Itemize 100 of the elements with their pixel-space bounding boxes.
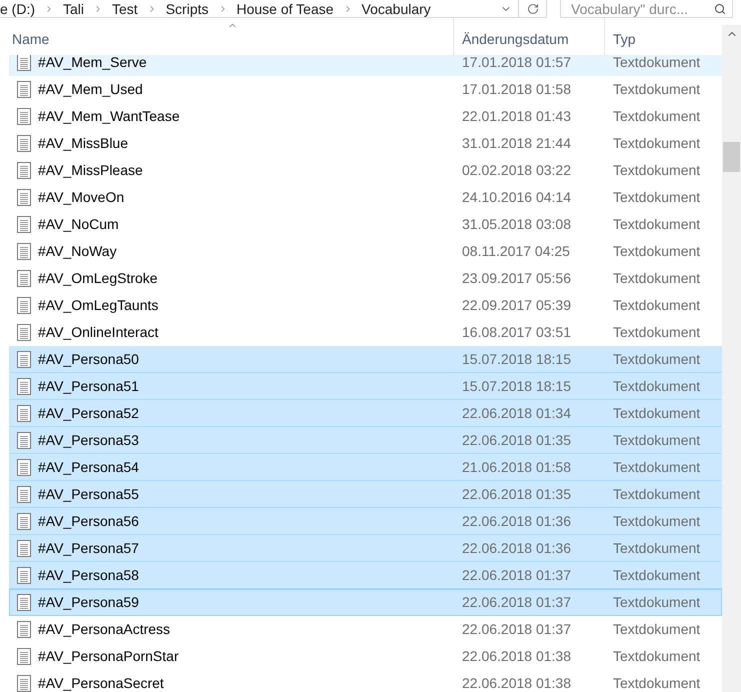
text-file-icon: [17, 135, 31, 152]
file-type: Textdokument: [612, 621, 700, 638]
file-type: Textdokument: [612, 432, 700, 449]
file-type: Textdokument: [612, 216, 700, 233]
file-name: #AV_Persona54: [38, 459, 139, 476]
text-file-icon: [17, 55, 31, 71]
file-name: #AV_NoWay: [38, 243, 117, 260]
file-row[interactable]: #AV_Persona54 21.06.2018 01:58 Textdokument: [9, 454, 722, 481]
file-row[interactable]: #AV_MissBlue 31.01.2018 21:44 Textdokument: [9, 130, 722, 157]
breadcrumb-item[interactable]: House of Tease: [232, 0, 339, 16]
file-row[interactable]: #AV_Persona59 22.06.2018 01:37 Textdokument: [9, 589, 722, 616]
file-row[interactable]: #AV_Mem_WantTease 22.01.2018 01:43 Textdokument: [9, 103, 722, 130]
file-name: #AV_Persona58: [38, 567, 139, 584]
modified-date: 16.08.2017 03:51: [461, 324, 571, 341]
file-type: Textdokument: [612, 540, 700, 557]
text-file-icon: [17, 594, 31, 611]
modified-date: 21.06.2018 01:58: [461, 459, 571, 476]
modified-date: 22.06.2018 01:35: [461, 486, 571, 503]
file-row[interactable]: #AV_PersonaSecret 22.06.2018 01:38 Textdokument: [9, 670, 722, 692]
file-type: Textdokument: [612, 270, 700, 287]
file-type: Textdokument: [612, 162, 700, 179]
text-file-icon: [17, 297, 31, 314]
file-row[interactable]: #AV_Persona52 22.06.2018 01:34 Textdokument: [9, 400, 722, 427]
file-name: #AV_MoveOn: [38, 189, 124, 206]
file-type: Textdokument: [612, 378, 700, 395]
file-row[interactable]: #AV_Persona58 22.06.2018 01:37 Textdokument: [9, 562, 722, 589]
file-row[interactable]: #AV_Mem_Serve 17.01.2018 01:57 Textdokument: [9, 55, 722, 76]
scrollbar[interactable]: [722, 25, 741, 692]
file-row[interactable]: #AV_OmLegStroke 23.09.2017 05:56 Textdokument: [9, 265, 722, 292]
file-row[interactable]: #AV_Persona56 22.06.2018 01:36 Textdokument: [9, 508, 722, 535]
address-bar[interactable]: e (D:) Tali Test Scripts House of Tease Vocabulary: [0, 0, 519, 18]
file-type: Textdokument: [612, 324, 700, 341]
column-header[interactable]: Typ: [605, 18, 722, 55]
text-file-icon: [17, 81, 31, 98]
search-icon: [714, 2, 726, 14]
modified-date: 15.07.2018 18:15: [461, 378, 571, 395]
file-row[interactable]: #AV_Persona53 22.06.2018 01:35 Textdokument: [9, 427, 722, 454]
breadcrumb-item[interactable]: Vocabulary: [356, 0, 436, 16]
file-type: Textdokument: [612, 567, 700, 584]
file-type: Textdokument: [612, 594, 700, 611]
file-row[interactable]: #AV_Persona57 22.06.2018 01:36 Textdokument: [9, 535, 722, 562]
modified-date: 02.02.2018 03:22: [461, 162, 571, 179]
file-type: Textdokument: [612, 108, 700, 125]
modified-date: 22.06.2018 01:37: [461, 621, 571, 638]
file-type: Textdokument: [612, 297, 700, 314]
file-name: #AV_NoCum: [38, 216, 119, 233]
file-row[interactable]: #AV_PersonaPornStar 22.06.2018 01:38 Textdokument: [9, 643, 722, 670]
text-file-icon: [17, 513, 31, 530]
file-row[interactable]: #AV_OmLegTaunts 22.09.2017 05:39 Textdokument: [9, 292, 722, 319]
file-name: #AV_Mem_Serve: [38, 55, 147, 71]
file-name: #AV_PersonaActress: [38, 621, 170, 638]
modified-date: 22.06.2018 01:37: [461, 567, 571, 584]
file-row[interactable]: #AV_PersonaActress 22.06.2018 01:37 Textdokument: [9, 616, 722, 643]
file-row[interactable]: #AV_NoWay 08.11.2017 04:25 Textdokument: [9, 238, 722, 265]
file-row[interactable]: #AV_MoveOn 24.10.2016 04:14 Textdokument: [9, 184, 722, 211]
file-type: Textdokument: [612, 486, 700, 503]
modified-date: 22.06.2018 01:34: [461, 405, 571, 422]
refresh-icon: [526, 2, 538, 14]
text-file-icon: [17, 432, 31, 449]
text-file-icon: [17, 378, 31, 395]
modified-date: 22.01.2018 01:43: [461, 108, 571, 125]
breadcrumb-item[interactable]: Tali: [58, 0, 90, 16]
breadcrumb-item[interactable]: Test: [107, 0, 143, 16]
breadcrumb-item[interactable]: e (D:): [0, 0, 40, 16]
modified-date: 22.06.2018 01:38: [461, 675, 571, 692]
scrollbar-thumb[interactable]: [723, 142, 740, 172]
file-name: #AV_Persona56: [38, 513, 139, 530]
file-name: #AV_PersonaPornStar: [38, 648, 179, 665]
file-type: Textdokument: [612, 675, 700, 692]
modified-date: 22.06.2018 01:35: [461, 432, 571, 449]
modified-date: 31.05.2018 03:08: [461, 216, 571, 233]
file-type: Textdokument: [612, 135, 700, 152]
modified-date: 23.09.2017 05:56: [461, 270, 571, 287]
text-file-icon: [17, 270, 31, 287]
file-name: #AV_Persona57: [38, 540, 139, 557]
text-file-icon: [17, 243, 31, 260]
file-row[interactable]: #AV_Mem_Used 17.01.2018 01:58 Textdokument: [9, 76, 722, 103]
file-name: #AV_OmLegStroke: [38, 270, 158, 287]
file-name: #AV_Persona55: [38, 486, 139, 503]
file-name: #AV_Mem_Used: [38, 81, 143, 98]
file-row[interactable]: #AV_Persona50 15.07.2018 18:15 Textdokument: [9, 346, 722, 373]
file-row[interactable]: #AV_Persona55 22.06.2018 01:35 Textdokument: [9, 481, 722, 508]
file-type: Textdokument: [612, 351, 700, 368]
modified-date: 31.01.2018 21:44: [461, 135, 571, 152]
modified-date: 08.11.2017 04:25: [461, 243, 570, 260]
file-name: #AV_Persona50: [38, 351, 139, 368]
file-row[interactable]: #AV_NoCum 31.05.2018 03:08 Textdokument: [9, 211, 722, 238]
file-type: Textdokument: [612, 648, 700, 665]
text-file-icon: [17, 621, 31, 638]
refresh-button[interactable]: [519, 0, 547, 18]
breadcrumb-item[interactable]: Scripts: [160, 0, 214, 16]
file-name: #AV_Persona51: [38, 378, 139, 395]
file-row[interactable]: #AV_Persona51 15.07.2018 18:15 Textdokument: [9, 373, 722, 400]
file-row[interactable]: #AV_OnlineInteract 16.08.2017 03:51 Textdokument: [9, 319, 722, 346]
text-file-icon: [17, 540, 31, 557]
modified-date: 17.01.2018 01:58: [461, 81, 571, 98]
modified-date: 22.09.2017 05:39: [461, 297, 571, 314]
text-file-icon: [17, 162, 31, 179]
file-name: #AV_Persona59: [38, 594, 139, 611]
file-row[interactable]: #AV_MissPlease 02.02.2018 03:22 Textdokument: [9, 157, 722, 184]
